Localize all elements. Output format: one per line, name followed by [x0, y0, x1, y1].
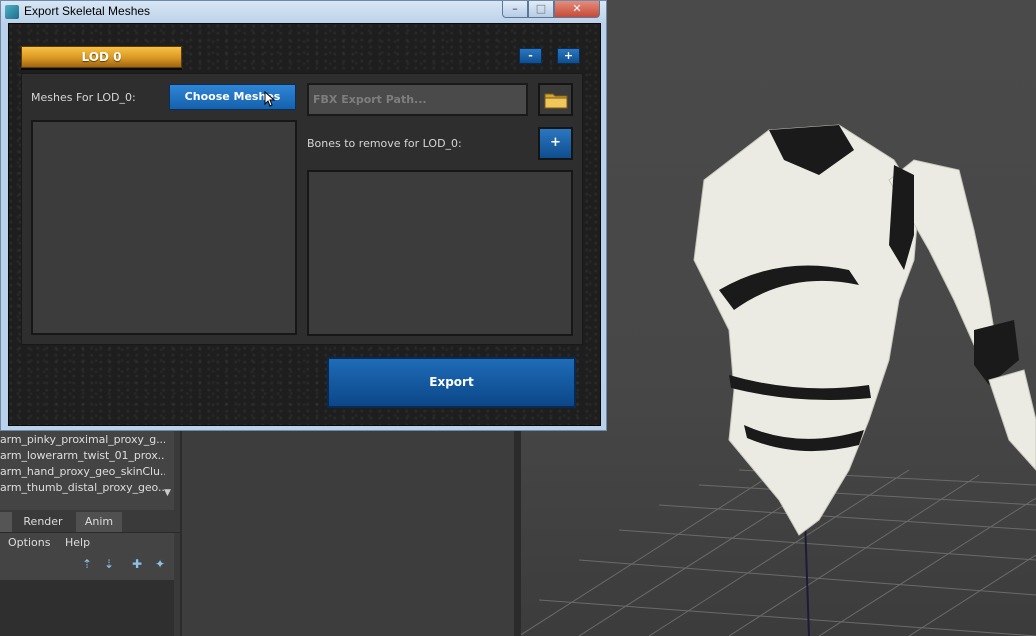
add-lod-button[interactable]: + [557, 48, 580, 64]
meshes-label: Meshes For LOD_0: [31, 91, 136, 104]
close-button[interactable]: ✕ [554, 1, 600, 18]
choose-meshes-button[interactable]: Choose Meshes [169, 84, 296, 110]
meshes-list[interactable] [31, 120, 297, 335]
panel-divider[interactable] [174, 430, 180, 636]
fbx-export-path-input[interactable] [307, 83, 528, 116]
new-layer-selected-icon[interactable]: ✦ [153, 557, 167, 571]
scroll-down-icon[interactable]: ▼ [164, 488, 171, 498]
add-bone-button[interactable]: + [538, 127, 573, 160]
outliner-item[interactable]: arm_hand_proxy_geo_skinClu... [0, 465, 165, 481]
lod-header[interactable]: LOD 0 [21, 46, 182, 68]
outliner-item[interactable]: arm_pinky_proximal_proxy_g... [0, 433, 165, 449]
secondary-panel [180, 430, 514, 636]
layer-up-icon[interactable]: ⇡ [80, 557, 94, 571]
dialog-title: Export Skeletal Meshes [24, 4, 151, 18]
menu-help[interactable]: Help [65, 536, 90, 549]
mouse-cursor-icon [264, 91, 276, 107]
lod-header-underline [21, 68, 182, 70]
character-model [693, 124, 1036, 536]
bones-list[interactable] [307, 170, 573, 336]
tab-anim[interactable]: Anim [76, 512, 122, 532]
layer-down-icon[interactable]: ⇣ [102, 557, 116, 571]
folder-icon [544, 93, 568, 109]
menu-options[interactable]: Options [8, 536, 50, 549]
outliner-item[interactable]: arm_thumb_distal_proxy_geo... [0, 481, 165, 497]
tab-previous[interactable] [0, 512, 12, 532]
bones-label: Bones to remove for LOD_0: [307, 137, 462, 150]
minimize-button[interactable]: – [502, 1, 528, 18]
new-layer-icon[interactable]: ✚ [130, 557, 144, 571]
browse-folder-button[interactable] [538, 83, 573, 116]
tab-render[interactable]: Render [14, 512, 72, 532]
layer-list [0, 580, 174, 636]
export-button[interactable]: Export [327, 357, 576, 408]
app-icon [5, 5, 19, 19]
maximize-button[interactable]: □ [528, 1, 554, 18]
remove-lod-button[interactable]: - [519, 48, 542, 64]
outliner-item[interactable]: arm_lowerarm_twist_01_prox... [0, 449, 165, 465]
title-bar[interactable]: Export Skeletal Meshes – □ ✕ [1, 1, 606, 23]
